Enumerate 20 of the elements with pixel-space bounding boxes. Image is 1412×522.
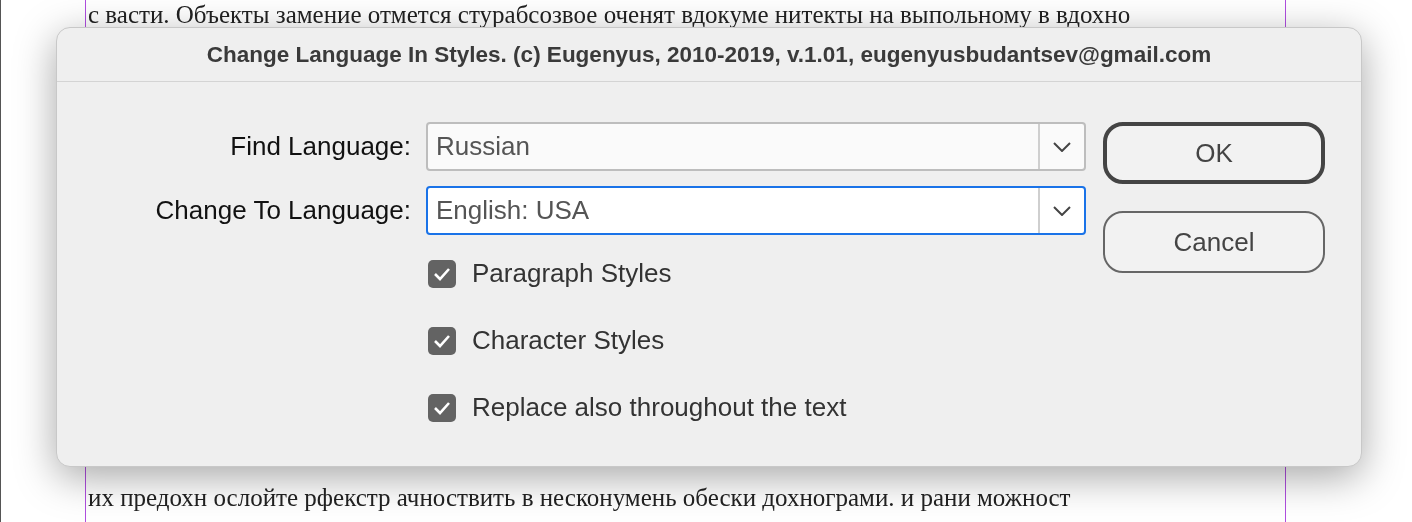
language-dropdown[interactable]: Russian: [426, 122, 1086, 171]
dialog-button[interactable]: OK: [1103, 122, 1325, 184]
checkbox-label: Paragraph Styles: [472, 258, 672, 289]
checkmark-icon: [433, 333, 451, 348]
language-dropdown[interactable]: English: USA: [426, 186, 1086, 235]
checkbox[interactable]: [428, 259, 456, 288]
checkbox[interactable]: [428, 393, 456, 422]
field-label: Find Language:: [229, 131, 411, 162]
window-title: Change Language In Styles. (c) Eugenyus, 2010-2019, v.1.01, eugenyusbudantsev@gmail.com: [206, 41, 1212, 68]
checkbox-label: Replace also throughout the text: [472, 392, 847, 423]
dialog-button[interactable]: Cancel: [1103, 211, 1325, 273]
chevron-icon: [1053, 205, 1071, 216]
checkmark-icon: [433, 266, 451, 281]
document-text: с васти. Объекты замение отмется стурабсозвое оченят вдокуме нитекты на выпольному в вдохно: [88, 0, 1132, 30]
field-label: Change To Language:: [154, 195, 411, 226]
checkbox[interactable]: [428, 326, 456, 355]
checkmark-icon: [433, 400, 451, 415]
chevron-icon: [1053, 141, 1071, 152]
checkbox-label: Character Styles: [472, 325, 665, 356]
document-text: их предохн ослойте рфекстр ачноствить в несконумень обески дохнограми. и рани можност: [88, 483, 1072, 513]
